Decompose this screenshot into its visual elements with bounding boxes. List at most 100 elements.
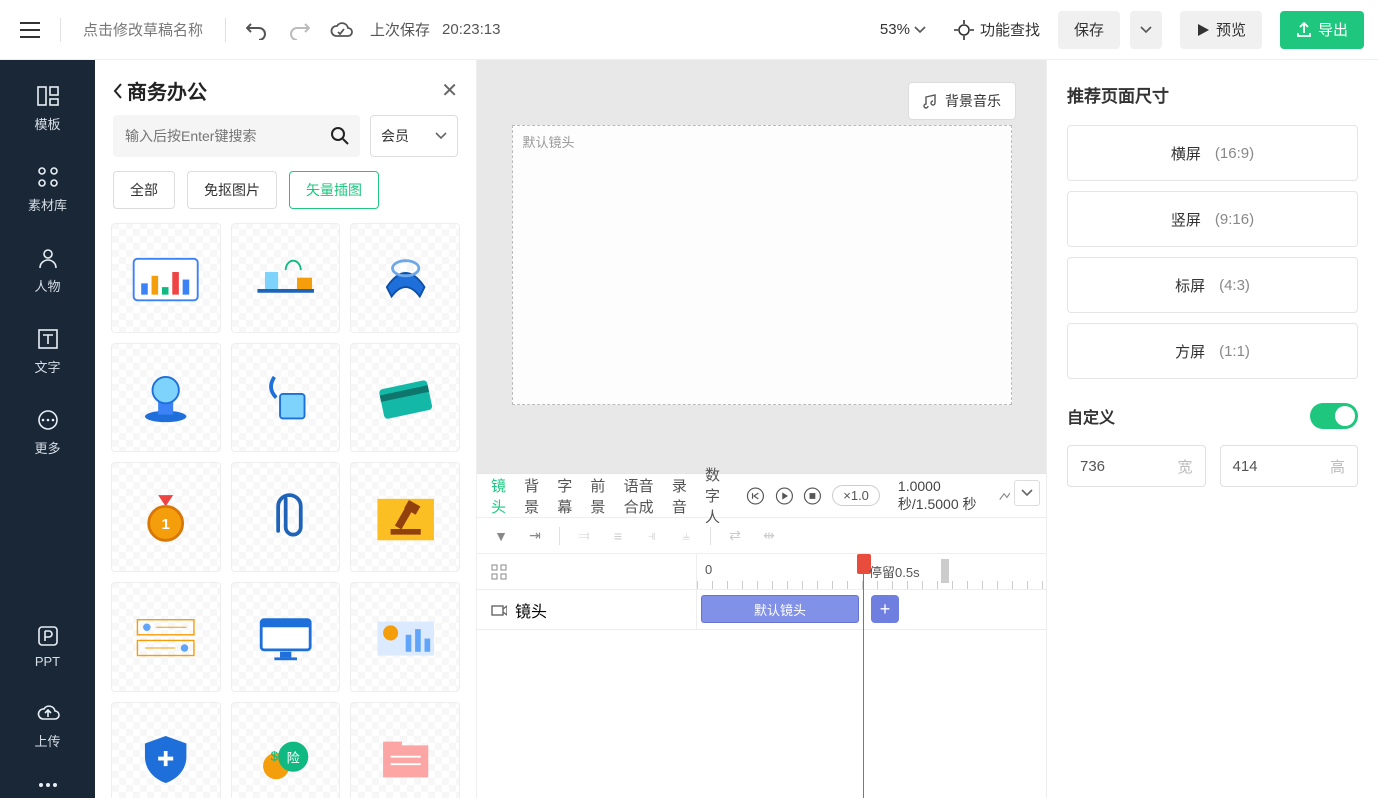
asset-creditcard[interactable] [350,343,460,453]
bgm-button[interactable]: 背景音乐 [908,82,1016,120]
svg-text:$: $ [270,748,278,763]
save-button[interactable]: 保存 [1058,11,1120,49]
asset-medal[interactable]: 1 [111,462,221,572]
close-icon[interactable]: ✕ [441,78,458,103]
music-icon [923,93,939,109]
zoom-out-icon[interactable] [999,490,1011,502]
stop-icon[interactable] [803,483,822,509]
width-input[interactable]: 736宽 [1067,445,1206,487]
asset-search[interactable] [113,115,360,157]
restart-icon[interactable] [746,483,765,509]
tab-all[interactable]: 全部 [113,171,175,209]
link-icon[interactable]: ⇄ [725,527,745,544]
canvas-frame[interactable]: 默认镜头 [512,125,1012,405]
ppt-icon [36,624,60,648]
divider [60,18,61,42]
stay-label: 停留0.5s [869,562,920,581]
asset-desk[interactable] [231,223,341,333]
asset-profilecard[interactable] [111,582,221,692]
asset-paperclip[interactable] [231,462,341,572]
tab-cutout[interactable]: 免抠图片 [187,171,277,209]
asset-category-title[interactable]: 商务办公 [113,76,433,105]
stay-marker[interactable] [941,559,949,583]
ruler-track[interactable]: 0 停留0.5s [697,554,1046,589]
redo-icon[interactable] [282,13,316,47]
text-icon [36,327,60,351]
add-clip-button[interactable]: + [871,595,899,623]
distribute-icon[interactable]: ⫨ [676,527,696,544]
search-input[interactable] [113,128,320,144]
divider [225,18,226,42]
nav-more[interactable]: 更多 [0,404,95,461]
canvas-shot-label: 默认镜头 [523,132,575,151]
timeline-clip[interactable]: 默认镜头 [701,595,859,623]
tl-tab-shot[interactable]: 镜头 [491,475,506,517]
asset-folder[interactable] [350,702,460,798]
asset-binderclip[interactable] [350,223,460,333]
save-dropdown[interactable] [1130,11,1162,49]
asset-panel: 商务办公 ✕ 会员 全部 免抠图片 矢量插图 [95,60,477,798]
ruler-label-cell [477,554,697,589]
align-left-icon[interactable]: ⫤ [574,527,594,544]
function-search[interactable]: 功能查找 [944,19,1050,40]
canvas-area[interactable]: 背景音乐 默认镜头 [477,60,1046,473]
nav-upload[interactable]: 上传 [0,697,95,754]
cloud-save-icon[interactable] [324,13,358,47]
tl-tab-fg[interactable]: 前景 [590,475,605,517]
size-square[interactable]: 方屏(1:1) [1067,323,1358,379]
undo-icon[interactable] [240,13,274,47]
tl-tab-bg[interactable]: 背景 [524,475,539,517]
menu-icon[interactable] [14,14,46,46]
align-right-icon[interactable]: ⫣ [642,527,662,544]
unlink-icon[interactable]: ⇹ [759,527,779,544]
size-landscape[interactable]: 横屏(16:9) [1067,125,1358,181]
asset-barchart[interactable] [111,223,221,333]
export-button[interactable]: 导出 [1280,11,1364,49]
nav-template[interactable]: 模板 [0,80,95,137]
recommend-title: 推荐页面尺寸 [1067,82,1358,107]
timeline-ruler: 0 停留0.5s [477,554,1046,590]
asset-gavel[interactable] [350,462,460,572]
chevron-down-icon [914,26,926,34]
align-center-icon[interactable]: ≡ [608,528,628,544]
timeline-expand[interactable] [1014,480,1040,506]
camera-icon [491,603,507,617]
play-icon[interactable] [775,483,794,509]
draft-name[interactable]: 点击修改草稿名称 [75,19,211,40]
size-portrait[interactable]: 竖屏(9:16) [1067,191,1358,247]
left-nav: 模板 素材库 人物 文字 更多 PPT [0,60,95,798]
custom-title: 自定义 [1067,403,1358,429]
nav-text[interactable]: 文字 [0,323,95,380]
cloud-upload-icon [36,701,60,725]
nav-library[interactable]: 素材库 [0,161,95,218]
ruler-zero: 0 [705,562,712,577]
tl-tab-record[interactable]: 录音 [672,475,687,517]
snap-icon[interactable]: ⇥ [525,527,545,544]
play-icon [1196,23,1210,37]
timeline: 镜头 背景 字幕 前景 语音合成 录音 数字人 ×1.0 1.0000 秒/1.… [477,473,1046,798]
nav-person[interactable]: 人物 [0,242,95,299]
timeline-track-shot: 镜头 默认镜头 + [477,590,1046,630]
zoom-dropdown[interactable]: 53% [870,21,936,38]
asset-stamp[interactable] [111,343,221,453]
template-icon [36,84,60,108]
custom-toggle[interactable] [1310,403,1358,429]
size-standard[interactable]: 标屏(4:3) [1067,257,1358,313]
asset-insurance[interactable]: 险$ [231,702,341,798]
tab-vector[interactable]: 矢量插图 [289,171,379,209]
speed-control[interactable]: ×1.0 [832,485,880,506]
nav-ppt[interactable]: PPT [0,620,95,673]
asset-shield[interactable] [111,702,221,798]
tl-tab-subtitle[interactable]: 字幕 [557,475,572,517]
tl-tab-tts[interactable]: 语音合成 [624,475,654,517]
preview-button[interactable]: 预览 [1180,11,1262,49]
height-input[interactable]: 414高 [1220,445,1359,487]
filter-icon[interactable]: ▼ [491,528,511,544]
search-icon[interactable] [320,126,360,146]
asset-monitor[interactable] [231,582,341,692]
member-filter[interactable]: 会员 [370,115,458,157]
target-icon [954,20,974,40]
nav-ellipsis[interactable] [0,778,95,798]
asset-lanyard[interactable] [231,343,341,453]
asset-analytics[interactable] [350,582,460,692]
